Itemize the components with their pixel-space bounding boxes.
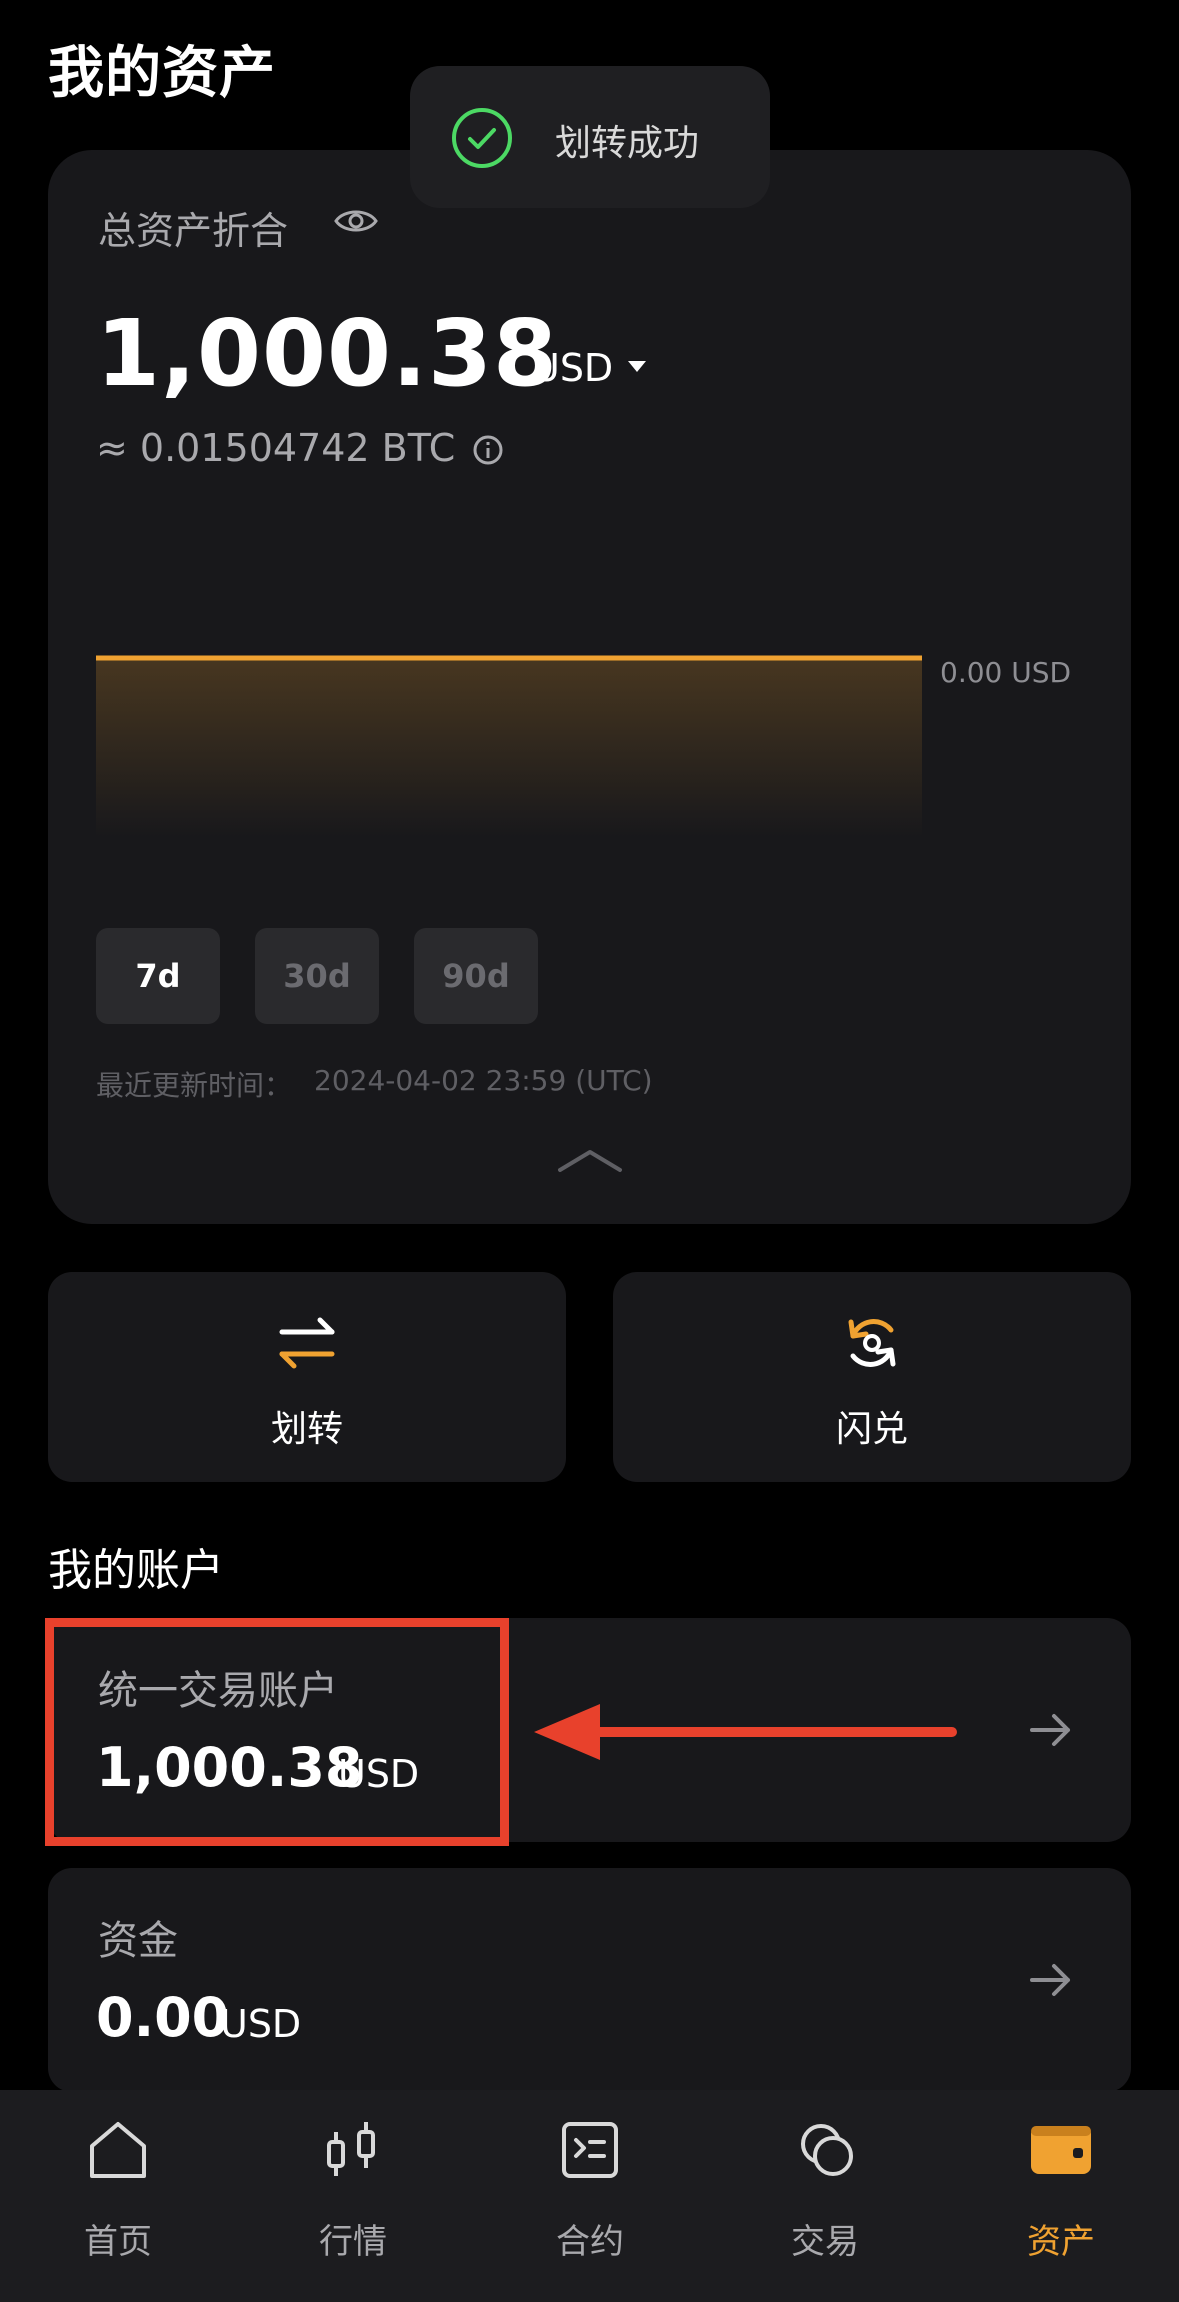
range-7d-button[interactable]: 7d <box>96 928 220 1024</box>
success-toast: 划转成功 <box>410 66 770 208</box>
chart-value-label: 0.00 USD <box>940 656 1072 689</box>
updated-time-label: 最近更新时间： <box>96 1069 293 1102</box>
funding-account-row[interactable]: 资金 0.00 USD <box>48 1868 1131 2092</box>
total-asset-label: 总资产折合 <box>98 209 289 253</box>
bottom-navigation: 首页 行情 合约 交易 资产 <box>0 2090 1179 2302</box>
nav-label-home: 首页 <box>84 2222 152 2262</box>
transfer-button[interactable]: 划转 <box>48 1272 566 1482</box>
toast-message: 划转成功 <box>555 123 700 164</box>
nav-item-trade[interactable]: 交易 <box>725 2118 925 2278</box>
arrow-right-icon <box>1030 1714 1070 1746</box>
transfer-label: 划转 <box>270 1409 343 1450</box>
account-amount: 0.00 <box>96 1986 230 2049</box>
chevron-up-icon[interactable] <box>556 1146 624 1174</box>
contract-icon <box>562 2122 618 2178</box>
currency-selector[interactable]: USD <box>532 346 613 390</box>
assets-page: 我的资产 划转成功 总资产折合 1,000.38 USD ≈ 0.0150474… <box>0 0 1179 2302</box>
wallet-icon <box>1031 2126 1091 2174</box>
chart-area <box>96 658 922 838</box>
arrow-right-icon <box>1030 1964 1070 1996</box>
page-title: 我的资产 <box>48 41 276 106</box>
nav-label-trade: 交易 <box>791 2222 859 2262</box>
info-icon[interactable] <box>472 434 504 466</box>
btc-equivalent: ≈ 0.01504742 BTC <box>96 426 456 470</box>
highlight-annotation-box <box>45 1618 509 1846</box>
range-90d-button[interactable]: 90d <box>414 928 538 1024</box>
nav-item-markets[interactable]: 行情 <box>253 2118 453 2278</box>
total-asset-amount: 1,000.38 <box>96 300 558 407</box>
nav-item-home[interactable]: 首页 <box>18 2118 218 2278</box>
nav-label-assets: 资产 <box>1027 2222 1095 2262</box>
convert-icon <box>848 1319 896 1367</box>
nav-item-assets[interactable]: 资产 <box>961 2118 1161 2278</box>
accounts-section-title: 我的账户 <box>48 1545 224 1596</box>
nav-label-markets: 行情 <box>319 2222 387 2262</box>
trade-icon <box>801 2124 853 2176</box>
nav-label-contracts: 合约 <box>556 2222 624 2262</box>
updated-time-value: 2024-04-02 23:59 (UTC) <box>314 1064 653 1097</box>
transfer-icon <box>279 1317 335 1369</box>
total-asset-card: 总资产折合 1,000.38 USD ≈ 0.01504742 BTC 0.00… <box>48 150 1131 1224</box>
convert-button[interactable]: 闪兑 <box>613 1272 1131 1482</box>
candlestick-icon <box>327 2122 375 2176</box>
range-30d-button[interactable]: 30d <box>255 928 379 1024</box>
caret-down-icon[interactable] <box>626 358 648 374</box>
annotation-arrow-icon <box>534 1704 957 1760</box>
account-name: 资金 <box>98 1918 178 1964</box>
home-icon <box>90 2122 146 2178</box>
account-unit: USD <box>220 2002 302 2046</box>
eye-icon[interactable] <box>334 206 378 236</box>
convert-label: 闪兑 <box>835 1409 908 1450</box>
check-circle-icon <box>452 108 512 168</box>
nav-item-contracts[interactable]: 合约 <box>490 2118 690 2278</box>
asset-trend-chart <box>96 655 922 838</box>
